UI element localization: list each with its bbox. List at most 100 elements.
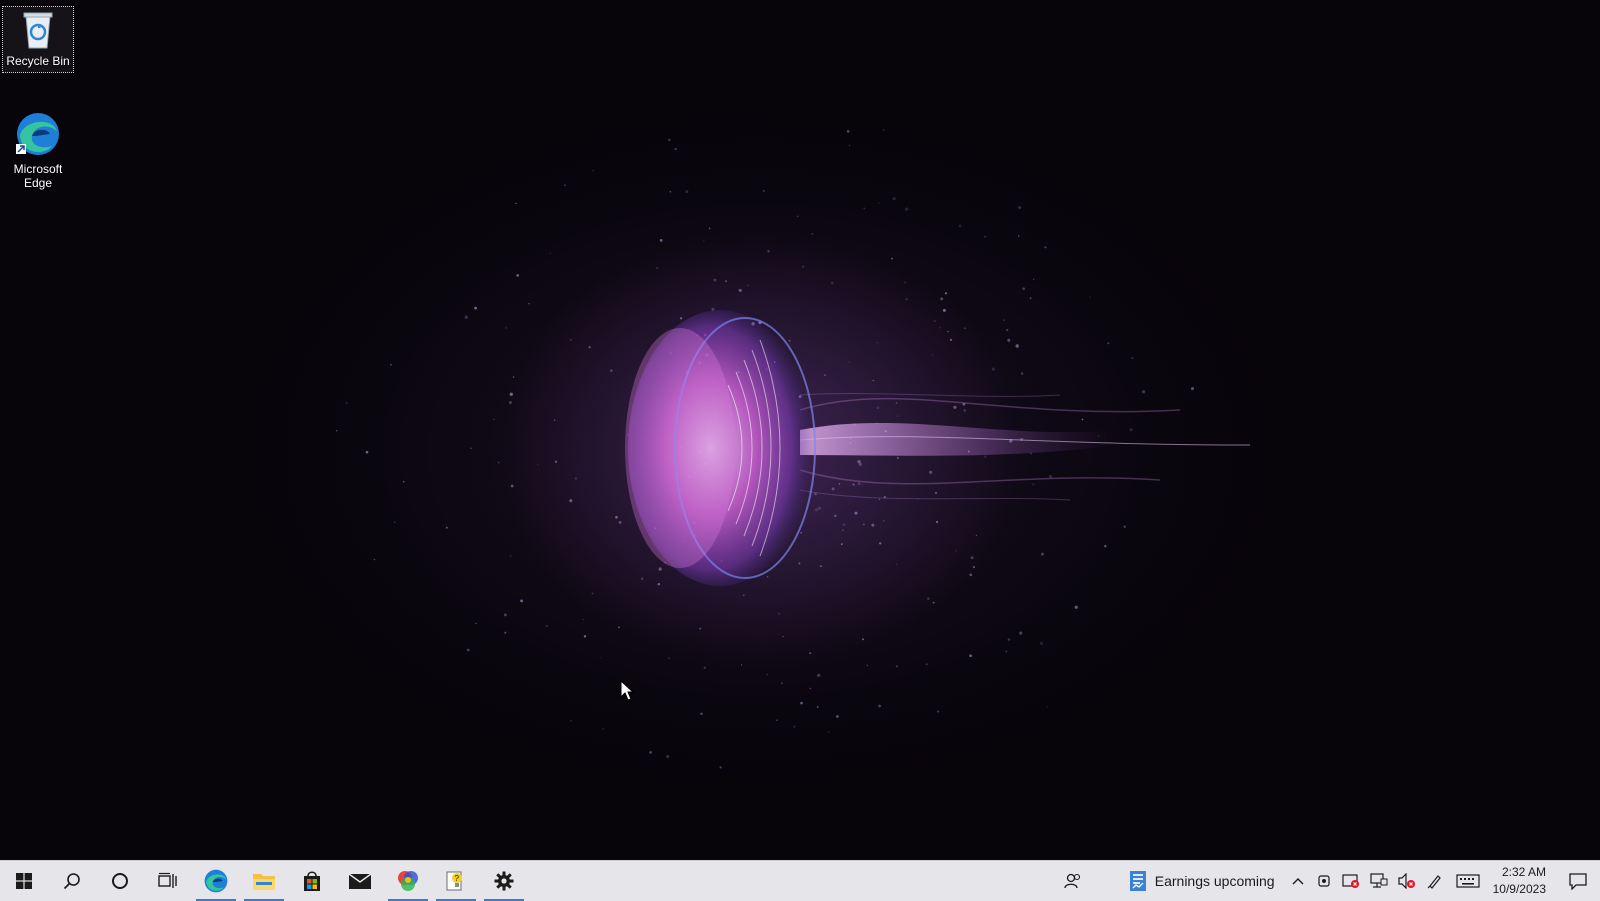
taskbar-settings-button[interactable] — [480, 861, 528, 901]
news-icon — [1129, 871, 1146, 891]
wallpaper-particle — [858, 462, 862, 466]
task-view-icon — [158, 872, 177, 888]
clock[interactable]: 2:32 AM 10/9/2023 — [1487, 861, 1556, 901]
volume-muted-icon — [1398, 873, 1415, 889]
desktop-icon-microsoft-edge[interactable]: Microsoft Edge — [2, 108, 74, 190]
desktop-icon-recycle-bin[interactable]: Recycle Bin — [2, 6, 74, 73]
wallpaper-particle — [537, 463, 539, 466]
microsoft-edge-label: Microsoft Edge — [13, 162, 63, 190]
wallpaper-particle — [929, 470, 933, 474]
wallpaper-particle — [896, 415, 899, 418]
tray-pen[interactable] — [1421, 861, 1449, 901]
wallpaper-particle — [793, 725, 796, 728]
wallpaper-particle — [615, 515, 618, 519]
mouse-cursor — [620, 680, 634, 701]
wallpaper-particle — [953, 405, 957, 409]
wallpaper-particle — [1040, 552, 1044, 556]
wallpaper-particle — [746, 284, 749, 287]
wallpaper-particle — [365, 450, 369, 454]
wallpaper-particle — [668, 138, 671, 142]
wallpaper-particle — [516, 274, 520, 277]
wallpaper-particle — [1046, 706, 1048, 708]
wallpaper-particle — [866, 664, 869, 667]
wallpaper-particle — [1029, 297, 1032, 300]
wallpaper-particle — [725, 280, 727, 282]
cortana-button[interactable] — [96, 861, 144, 901]
desktop[interactable]: Recycle Bin Microsoft Edge — [0, 0, 1600, 860]
wallpaper-particle — [905, 298, 908, 301]
wallpaper-particle — [809, 652, 812, 655]
wallpaper-particle — [1020, 372, 1024, 375]
wallpaper-particle — [703, 240, 705, 242]
task-view-button[interactable] — [144, 861, 192, 901]
taskbar-mail-button[interactable] — [336, 861, 384, 901]
show-hidden-icons-button[interactable] — [1285, 861, 1311, 901]
taskbar: ? Earnings upcoming 2:32 AM 10/9/2023 — [0, 860, 1600, 901]
wallpaper-particle — [402, 480, 405, 483]
taskbar-tips-button[interactable]: ? — [432, 861, 480, 901]
tray-usb-device[interactable] — [1311, 861, 1337, 901]
gear-icon — [494, 871, 514, 891]
wallpaper-particle — [588, 346, 591, 349]
taskbar-edge-button[interactable] — [192, 861, 240, 901]
taskbar-store-button[interactable] — [288, 861, 336, 901]
wallpaper-particle — [969, 573, 973, 577]
wallpaper-particle — [510, 484, 514, 488]
news-widget[interactable]: Earnings upcoming — [1119, 861, 1285, 901]
wallpaper-particle — [963, 409, 966, 412]
tray-keyboard[interactable] — [1449, 861, 1487, 901]
windows-logo-icon — [16, 873, 32, 889]
wallpaper-particle — [1032, 483, 1035, 486]
system-tray: Earnings upcoming 2:32 AM 10/9/2023 — [1049, 861, 1600, 901]
wallpaper-particle — [553, 419, 556, 421]
people-button[interactable] — [1049, 861, 1097, 901]
jellyfish-wallpaper — [336, 129, 1251, 769]
wallpaper-particle — [964, 327, 966, 330]
action-center-button[interactable] — [1556, 861, 1600, 901]
wallpaper-particle — [658, 567, 662, 571]
wallpaper-particle — [1131, 357, 1134, 360]
wallpaper-particle — [617, 626, 620, 629]
tray-security[interactable] — [1337, 861, 1365, 901]
wallpaper-particle — [955, 549, 957, 552]
wallpaper-particle — [1018, 235, 1020, 237]
wallpaper-particle — [474, 306, 477, 310]
wallpaper-particle — [838, 483, 841, 485]
keyboard-icon — [1456, 874, 1480, 888]
tray-network[interactable] — [1365, 861, 1393, 901]
taskbar-file-explorer-button[interactable] — [240, 861, 288, 901]
edge-icon — [16, 113, 59, 155]
wallpaper-particle — [925, 663, 928, 666]
wallpaper-particle — [679, 317, 683, 320]
tray-volume[interactable] — [1393, 861, 1421, 901]
clock-date: 10/9/2023 — [1492, 882, 1546, 896]
wallpaper-particle — [827, 730, 830, 733]
wallpaper-particle — [1015, 344, 1019, 348]
chevron-up-icon — [1292, 878, 1304, 885]
wallpaper-particle — [1107, 342, 1110, 345]
wallpaper-particle — [574, 477, 577, 480]
wallpaper-particle — [842, 523, 846, 527]
people-icon — [1064, 873, 1080, 889]
wallpaper-particle — [882, 519, 885, 522]
wallpaper-particle — [1003, 319, 1005, 321]
wallpaper-particle — [666, 755, 670, 758]
taskbar-color-app-button[interactable] — [384, 861, 432, 901]
notification-icon — [1569, 873, 1587, 890]
wallpaper-particle — [564, 184, 566, 186]
wallpaper-particle — [741, 664, 743, 666]
wallpaper-particle — [570, 339, 572, 341]
start-button[interactable] — [0, 861, 48, 901]
search-button[interactable] — [48, 861, 96, 901]
wallpaper-particle — [871, 523, 875, 527]
wallpaper-particle — [854, 511, 858, 515]
wallpaper-particle — [515, 202, 517, 205]
pen-icon — [1427, 875, 1441, 889]
wallpaper-particle — [896, 665, 898, 668]
wallpaper-particle — [798, 562, 801, 565]
wallpaper-particle — [1081, 418, 1084, 421]
wallpaper-particle — [708, 227, 711, 230]
wallpaper-particle — [738, 288, 742, 292]
wallpaper-particle — [896, 457, 899, 459]
wallpaper-particle — [939, 327, 941, 329]
